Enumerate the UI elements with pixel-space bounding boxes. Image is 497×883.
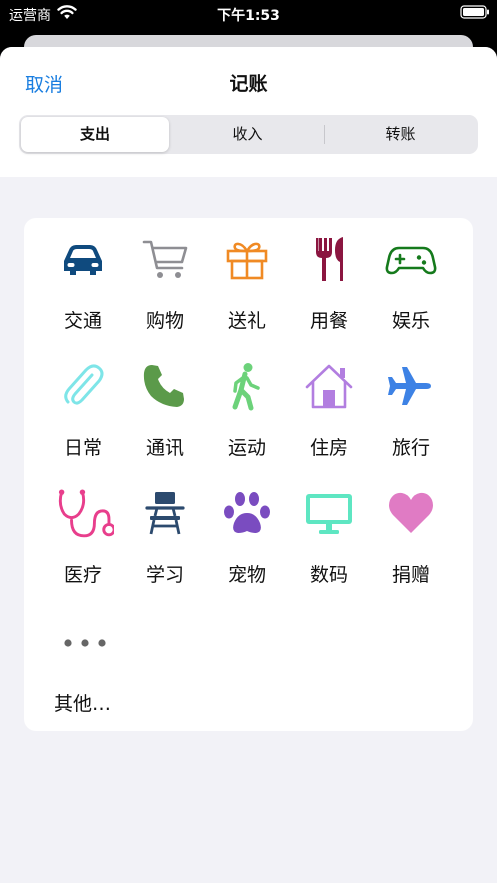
utensils-icon bbox=[316, 237, 343, 281]
category-other-label[interactable]: 其他… bbox=[54, 689, 111, 716]
category-label: 通讯 bbox=[145, 437, 184, 459]
category-label: 送礼 bbox=[227, 310, 266, 332]
category-digital[interactable]: 数码 bbox=[288, 472, 370, 592]
more-dots-icon[interactable] bbox=[64, 636, 108, 650]
paw-icon bbox=[224, 492, 270, 533]
category-pets[interactable]: 宠物 bbox=[206, 472, 288, 592]
category-label: 日常 bbox=[63, 437, 102, 459]
category-housing[interactable]: 住房 bbox=[288, 345, 370, 465]
category-label: 娱乐 bbox=[391, 310, 430, 332]
category-dining[interactable]: 用餐 bbox=[288, 218, 370, 338]
gamepad-icon bbox=[385, 246, 437, 275]
category-donation[interactable]: 捐赠 bbox=[370, 472, 452, 592]
stethoscope-icon bbox=[58, 489, 114, 538]
category-gift[interactable]: 送礼 bbox=[206, 218, 288, 338]
category-label: 医疗 bbox=[63, 564, 102, 586]
category-communication[interactable]: 通讯 bbox=[124, 345, 206, 465]
segment-transfer[interactable]: 转账 bbox=[325, 115, 476, 154]
category-label: 捐赠 bbox=[391, 564, 430, 586]
paperclip-icon bbox=[64, 364, 104, 405]
gift-icon bbox=[226, 242, 268, 280]
category-grid: 交通 购物 送礼 用餐 娱乐 日常 通讯 运动 住房 旅行 医疗 学习 宠物 数… bbox=[24, 218, 473, 731]
category-shopping[interactable]: 购物 bbox=[124, 218, 206, 338]
category-label: 数码 bbox=[309, 564, 348, 586]
category-label: 学习 bbox=[145, 564, 184, 586]
school-desk-icon bbox=[145, 492, 185, 535]
category-transport[interactable]: 交通 bbox=[42, 218, 124, 338]
category-label: 住房 bbox=[309, 437, 348, 459]
segment-income[interactable]: 收入 bbox=[171, 115, 324, 154]
heart-icon bbox=[389, 492, 433, 533]
category-sports[interactable]: 运动 bbox=[206, 345, 288, 465]
clock: 下午1:53 bbox=[217, 8, 280, 24]
category-medical[interactable]: 医疗 bbox=[42, 472, 124, 592]
category-daily[interactable]: 日常 bbox=[42, 345, 124, 465]
airplane-icon bbox=[388, 367, 431, 405]
category-entertainment[interactable]: 娱乐 bbox=[370, 218, 452, 338]
battery-icon bbox=[460, 5, 489, 19]
segment-expense[interactable]: 支出 bbox=[21, 117, 169, 152]
car-icon bbox=[64, 245, 102, 275]
category-label: 宠物 bbox=[227, 564, 266, 586]
category-label: 用餐 bbox=[309, 310, 348, 332]
shopping-cart-icon bbox=[142, 240, 188, 278]
category-label: 旅行 bbox=[391, 437, 430, 459]
add-record-sheet: 取消 记账 支出 收入 转账 交通 购物 送礼 用餐 娱乐 日常 通讯 运动 住… bbox=[0, 47, 497, 883]
category-study[interactable]: 学习 bbox=[124, 472, 206, 592]
sheet-header: 取消 记账 支出 收入 转账 bbox=[0, 47, 497, 177]
monitor-icon bbox=[306, 494, 352, 534]
house-icon bbox=[305, 364, 353, 409]
status-bar: 运营商 下午1:53 bbox=[0, 0, 497, 28]
category-label: 购物 bbox=[145, 310, 184, 332]
page-title: 记账 bbox=[229, 73, 268, 95]
phone-icon bbox=[143, 365, 184, 407]
category-travel[interactable]: 旅行 bbox=[370, 345, 452, 465]
category-label: 交通 bbox=[63, 310, 102, 332]
record-type-segmented-control: 支出 收入 转账 bbox=[19, 115, 478, 154]
category-label: 运动 bbox=[227, 437, 266, 459]
walking-icon bbox=[232, 363, 260, 411]
